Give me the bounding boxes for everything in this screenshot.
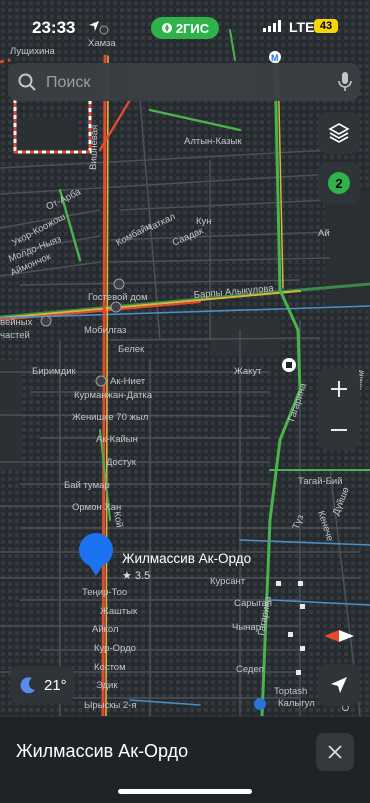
selected-place-rating: ★ 3.5 [122, 570, 151, 582]
battery-icon: 43 [314, 19, 338, 33]
label-jenishke: Женишке 70 жыл [72, 412, 148, 423]
zoom-in-button[interactable] [318, 368, 360, 409]
label-jakut: Жакут [234, 366, 262, 377]
sheet-title: Жилмассив Ак-Ордо [16, 741, 189, 761]
guesthouse-marker[interactable] [113, 278, 125, 290]
status-time: 23:33 [32, 18, 76, 37]
military-poi-marker[interactable] [40, 315, 52, 327]
label-tagay-biy: Тагай-Бий [298, 476, 343, 487]
network-type: LTE [289, 19, 315, 35]
label-toptash: Toptash [274, 686, 307, 697]
toptash-poi-marker[interactable] [254, 698, 266, 710]
label-chastey: частей [0, 330, 30, 341]
moon-icon [20, 677, 35, 694]
label-bay-tumar: Бай тумар [64, 480, 110, 491]
signal-icon [263, 20, 281, 32]
label-jashtyk: Жаштык [100, 606, 138, 617]
my-location-button[interactable] [318, 664, 360, 706]
microphone-icon[interactable] [338, 72, 352, 92]
label-belek: Белек [118, 344, 145, 355]
brand-pill[interactable]: 2ГИС [151, 17, 219, 39]
brand-logo-icon [161, 23, 172, 33]
weather-temperature: 21° [44, 676, 67, 694]
label-mobilgaz: Мобилгаз [84, 325, 126, 336]
traffic-button[interactable]: 2 [318, 162, 360, 204]
search-bar[interactable] [8, 63, 360, 103]
label-kursant: Курсант [210, 576, 246, 587]
label-birimdik: Биримдик [32, 366, 77, 377]
label-dostuk: Достук [106, 457, 137, 468]
navigation-arrow-icon [331, 677, 347, 693]
label-kur-ordo: Кур-Ордо [94, 643, 136, 654]
label-kalygul: Калыгул [278, 698, 315, 709]
zoom-out-button[interactable] [318, 409, 360, 450]
label-vishnevaya: Вишневая [88, 125, 101, 171]
selected-place-pin[interactable] [76, 532, 116, 578]
compass-icon[interactable] [322, 626, 356, 646]
label-ak-niet: Ак-Ниет [110, 376, 146, 387]
traffic-level-badge: 2 [328, 172, 350, 194]
label-aykol: Айкол [92, 624, 119, 635]
mobilgaz-marker[interactable] [110, 301, 122, 313]
layers-button[interactable] [318, 112, 360, 154]
search-icon [18, 73, 36, 91]
close-sheet-button[interactable] [316, 733, 354, 771]
label-gostevoy-dom: Гостевой дом [88, 292, 148, 303]
home-indicator [118, 789, 252, 794]
label-altyn-kazyk: Алтын-Казык [184, 136, 242, 147]
status-bar: 23:33 2ГИС LTE 43 [0, 0, 370, 58]
plus-icon [331, 380, 347, 397]
label-edik: Эдик [96, 680, 118, 691]
label-ryskyl: Ырыскы 2-я [84, 700, 137, 711]
label-kostom: Костом [94, 662, 126, 673]
layers-icon [328, 123, 350, 143]
label-ay: Ай [318, 228, 330, 239]
battery-level: 43 [319, 20, 333, 32]
selected-place-name: Жилмассив Ак-Ордо [122, 551, 252, 566]
search-input[interactable] [44, 63, 328, 103]
bus-stop-icon [286, 362, 292, 368]
label-kun: Кун [196, 216, 212, 227]
close-icon [328, 745, 342, 759]
ak-niet-marker[interactable] [95, 375, 107, 387]
zoom-control [318, 368, 360, 450]
label-veynyh: вейных [0, 317, 33, 328]
brand-label: 2ГИС [175, 20, 210, 36]
weather-widget[interactable]: 21° [10, 666, 74, 704]
label-tenir-too: Теңир-Тоо [82, 587, 127, 598]
label-kurmanjan: Курманжан-Датка [74, 390, 153, 401]
minus-icon [331, 428, 347, 431]
label-sedep: Седеп [236, 664, 264, 675]
location-arrow-icon [89, 21, 99, 31]
label-ak-kayyn: Ак-Кайын [96, 434, 138, 445]
